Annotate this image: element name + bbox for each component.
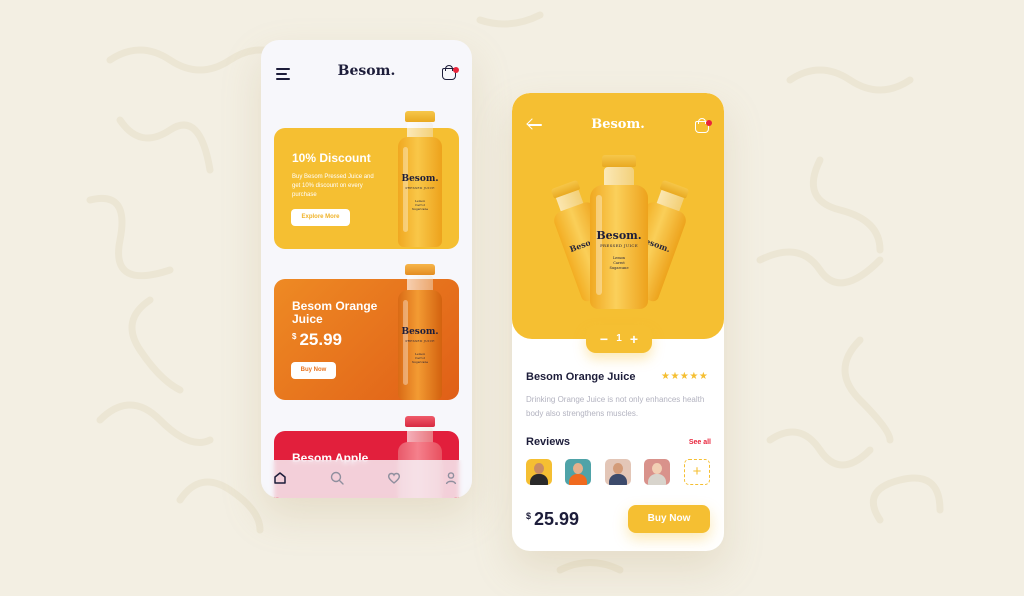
card-subtitle: Buy Besom Pressed Juice and get 10% disc… bbox=[292, 174, 374, 198]
juice-bottle-image: Besom. PRESSED JUICE Lemon Carrot Sugarc… bbox=[398, 264, 442, 401]
increase-quantity-button[interactable]: + bbox=[628, 331, 640, 347]
product-name: Besom Orange Juice bbox=[526, 371, 636, 383]
product-hero: Besom. Besom. Besom. Besom. PRESSED JUIC… bbox=[512, 93, 724, 339]
home-screen: Besom. 10% Discount Buy Besom Pressed Ju… bbox=[261, 40, 472, 498]
quantity-stepper: − 1 + bbox=[586, 325, 652, 353]
card-title: 10% Discount bbox=[292, 151, 371, 165]
card-price: $25.99 bbox=[292, 330, 342, 349]
add-review-button[interactable]: + bbox=[684, 459, 710, 485]
buy-now-button[interactable]: Buy Now bbox=[628, 505, 710, 533]
card-title: Besom Orange Juice bbox=[292, 299, 378, 326]
reviews-title: Reviews bbox=[526, 436, 571, 448]
home-icon[interactable] bbox=[273, 471, 287, 485]
profile-icon[interactable] bbox=[444, 471, 458, 485]
cart-notification-dot bbox=[453, 67, 459, 73]
brand-logo: Besom. bbox=[337, 63, 396, 79]
search-icon[interactable] bbox=[330, 471, 344, 485]
brand-logo: Besom. bbox=[591, 117, 645, 132]
decrease-quantity-button[interactable]: − bbox=[598, 331, 610, 347]
reviewer-avatar[interactable] bbox=[605, 459, 631, 485]
shopping-bag-icon[interactable] bbox=[695, 118, 712, 133]
home-header: Besom. bbox=[261, 40, 472, 106]
buy-now-button[interactable]: Buy Now bbox=[291, 362, 336, 379]
reviewer-avatar[interactable] bbox=[565, 459, 591, 485]
product-description: Drinking Orange Juice is not only enhanc… bbox=[526, 395, 705, 418]
reviewer-avatar[interactable] bbox=[526, 459, 552, 485]
juice-bottle-image: Besom. PRESSED JUICE Lemon Carrot Sugarc… bbox=[590, 155, 648, 309]
see-all-link[interactable]: See all bbox=[689, 439, 711, 446]
explore-more-button[interactable]: Explore More bbox=[291, 209, 350, 226]
juice-bottle-image: Besom. PRESSED JUICE Lemon Carrot Sugarc… bbox=[398, 111, 442, 248]
star-rating: ★★★★★ bbox=[661, 371, 709, 382]
shopping-bag-icon[interactable] bbox=[442, 65, 459, 80]
quantity-value: 1 bbox=[616, 333, 622, 344]
cart-notification-dot bbox=[706, 120, 712, 126]
product-detail-screen: Besom. Besom. Besom. Besom. PRESSED JUIC… bbox=[512, 93, 724, 551]
bottom-tab-bar bbox=[261, 460, 472, 498]
reviewer-avatar[interactable] bbox=[644, 459, 670, 485]
heart-icon[interactable] bbox=[387, 471, 401, 485]
product-price: $25.99 bbox=[526, 509, 580, 529]
